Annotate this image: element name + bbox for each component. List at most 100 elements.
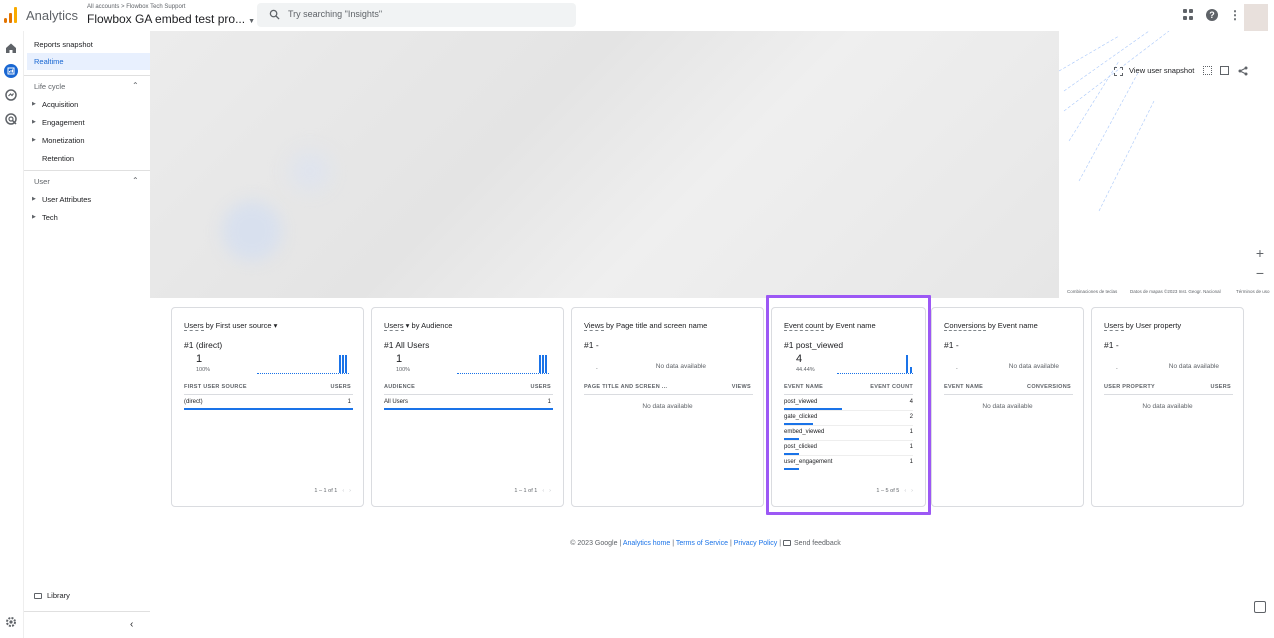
expand-arrow-icon[interactable]: ▶ xyxy=(32,101,36,107)
realtime-map[interactable] xyxy=(150,31,1059,298)
expand-arrow-icon[interactable]: ▶ xyxy=(32,214,36,220)
card-title-rest: by Audience xyxy=(411,321,453,330)
nav-divider xyxy=(24,170,150,171)
section-user[interactable]: User xyxy=(34,177,50,186)
property-selector[interactable]: Flowbox GA embed test pro... ▼ xyxy=(87,12,255,26)
card-metric[interactable]: Views xyxy=(584,321,604,331)
advertising-icon[interactable] xyxy=(4,112,18,126)
chevron-left-icon[interactable]: ‹ xyxy=(342,488,344,494)
section-lifecycle[interactable]: Life cycle xyxy=(34,82,65,91)
no-data-label: No data available xyxy=(1142,403,1193,410)
chevron-right-icon[interactable]: › xyxy=(349,488,351,494)
terms-link[interactable]: Terms of Service xyxy=(676,540,728,547)
table-rule xyxy=(384,394,553,395)
card-metric[interactable]: Conversions xyxy=(944,321,986,331)
card-title[interactable]: Event count by Event name xyxy=(784,321,876,331)
account-breadcrumb[interactable]: All accounts > Flowbox Tech Support xyxy=(87,4,185,10)
chevron-right-icon[interactable]: › xyxy=(911,488,913,494)
chevron-left-icon[interactable]: ‹ xyxy=(542,488,544,494)
nav-library[interactable]: Library xyxy=(34,591,70,600)
expand-arrow-icon[interactable]: ▶ xyxy=(32,119,36,125)
top-bar: Analytics All accounts > Flowbox Tech Su… xyxy=(0,0,1274,31)
table-row-label: All Users xyxy=(384,399,409,405)
nav-user-attributes[interactable]: User Attributes xyxy=(42,195,91,204)
chevron-left-icon[interactable]: ‹ xyxy=(904,488,906,494)
card-big-value: 4 xyxy=(796,353,803,365)
chevron-up-icon[interactable]: ⌃ xyxy=(132,176,139,185)
card-pct: 100% xyxy=(396,367,411,373)
card-title[interactable]: Users by First user source ▾ xyxy=(184,321,278,331)
nav-realtime[interactable]: Realtime xyxy=(27,53,170,70)
table-row-value: 1 xyxy=(547,399,551,405)
card-metric[interactable]: Users xyxy=(184,321,204,331)
help-icon[interactable]: ? xyxy=(1206,9,1218,21)
map-blob xyxy=(222,201,282,261)
edit-icon[interactable] xyxy=(1220,66,1229,75)
col-header-left: FIRST USER SOURCE xyxy=(184,384,247,390)
apps-grid-icon[interactable] xyxy=(1183,9,1195,21)
col-header-right: USERS xyxy=(1210,384,1231,390)
pager: 1 – 1 of 1 ‹ › xyxy=(514,488,551,494)
map-shortcuts[interactable]: Combinaciones de teclas xyxy=(1067,289,1117,294)
home-icon[interactable] xyxy=(4,41,18,55)
chevron-right-icon[interactable]: › xyxy=(549,488,551,494)
nav-monetization[interactable]: Monetization xyxy=(42,136,85,145)
zoom-out-icon[interactable]: − xyxy=(1252,265,1268,281)
snapshot-icon xyxy=(1114,66,1123,76)
search-bar[interactable]: Try searching "Insights" xyxy=(257,3,576,27)
expand-arrow-icon[interactable]: ▶ xyxy=(32,137,36,143)
nav-reports-snapshot[interactable]: Reports snapshot xyxy=(34,40,93,49)
card-metric[interactable]: Event count xyxy=(784,321,824,331)
avatar[interactable] xyxy=(1244,4,1268,31)
sparkline xyxy=(257,354,349,374)
caret-down-icon[interactable]: ▾ xyxy=(404,321,412,330)
card-title[interactable]: Users by User property xyxy=(1104,321,1181,331)
card-title[interactable]: Users ▾ by Audience xyxy=(384,321,453,331)
chevron-up-icon[interactable]: ⌃ xyxy=(132,81,139,90)
table-rule xyxy=(584,394,753,395)
explore-icon[interactable] xyxy=(4,88,18,102)
map-data: Datos de mapas ©2023 Inst. Geogr. Nacion… xyxy=(1130,289,1221,294)
analytics-home-link[interactable]: Analytics home xyxy=(623,540,670,547)
col-header-left: AUDIENCE xyxy=(384,384,416,390)
col-header-right: USERS xyxy=(330,384,351,390)
table-row-label: user_engagement xyxy=(784,459,833,465)
share-icon[interactable] xyxy=(1238,66,1248,76)
table-row-value: 1 xyxy=(347,399,351,405)
map-terms[interactable]: Términos de uso xyxy=(1236,289,1270,294)
table-row-value: 1 xyxy=(909,444,913,450)
nav-acquisition[interactable]: Acquisition xyxy=(42,100,78,109)
table-row-label: gate_clicked xyxy=(784,414,818,420)
fullscreen-icon[interactable] xyxy=(1203,66,1212,75)
row-bar xyxy=(784,468,799,470)
expand-arrow-icon[interactable]: ▶ xyxy=(32,196,36,202)
table-row-label: post_viewed xyxy=(784,399,818,405)
no-data-label: No data available xyxy=(1168,363,1219,370)
card-metric[interactable]: Users xyxy=(1104,321,1124,331)
more-vert-icon[interactable]: ⋮ xyxy=(1229,9,1241,21)
card-title[interactable]: Views by Page title and screen name xyxy=(584,321,707,331)
nav-engagement[interactable]: Engagement xyxy=(42,118,85,127)
pager-label: 1 – 1 of 1 xyxy=(514,488,538,494)
no-data-label: No data available xyxy=(1008,363,1059,370)
view-user-snapshot-button[interactable]: View user snapshot xyxy=(1114,66,1194,76)
collapse-nav-icon[interactable]: ‹ xyxy=(130,619,133,630)
privacy-link[interactable]: Privacy Policy xyxy=(734,540,778,547)
col-header-right: CONVERSIONS xyxy=(1027,384,1071,390)
reports-icon[interactable] xyxy=(4,64,18,78)
chat-icon[interactable] xyxy=(1254,601,1266,613)
settings-gear-icon[interactable] xyxy=(5,616,17,628)
card-title[interactable]: Conversions by Event name xyxy=(944,321,1038,331)
card-rank: #1 - xyxy=(1104,340,1119,350)
analytics-logo-icon[interactable] xyxy=(4,7,18,23)
send-feedback-button[interactable]: Send feedback xyxy=(783,540,841,547)
feedback-label: Send feedback xyxy=(794,540,841,547)
card-rank: #1 (direct) xyxy=(184,340,223,350)
card-metric[interactable]: Users xyxy=(384,321,404,331)
caret-down-icon[interactable]: ▾ xyxy=(272,321,278,330)
nav-tech[interactable]: Tech xyxy=(42,213,58,222)
sparkline xyxy=(837,354,913,374)
copyright: © 2023 Google | xyxy=(570,540,622,547)
nav-retention[interactable]: Retention xyxy=(42,154,74,163)
zoom-in-icon[interactable]: + xyxy=(1252,245,1268,261)
